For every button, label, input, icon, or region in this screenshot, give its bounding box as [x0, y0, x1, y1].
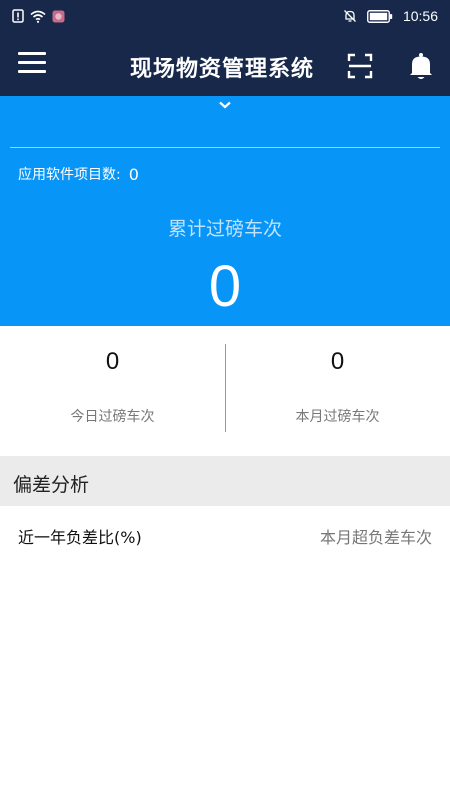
project-count-value: 0 [128, 164, 139, 184]
total-weighings-value: 0 [208, 254, 242, 319]
status-time: 10:56 [402, 8, 438, 24]
month-over-tab[interactable]: 本月超负差车次 [320, 524, 432, 548]
summary-panel: 应用软件项目数: 0 累计过磅车次 0 [0, 96, 450, 326]
scan-icon[interactable] [345, 51, 375, 81]
month-weighings-label: 本月过磅车次 [295, 409, 380, 425]
app-notification-icon [52, 10, 65, 22]
app-title: 现场物资管理系统 [129, 57, 314, 82]
month-stat[interactable]: 0 本月过磅车次 [225, 326, 450, 456]
silent-bell-icon [343, 10, 356, 22]
bell-icon[interactable] [405, 50, 437, 82]
project-count-label: 应用软件项目数: [18, 167, 121, 183]
deviation-section-title: 偏差分析 [13, 474, 90, 496]
deviation-row: 近一年负差比(%) 本月超负差车次 [0, 506, 450, 564]
today-weighings-label: 今日过磅车次 [70, 409, 155, 425]
chevron-down-icon[interactable] [217, 100, 233, 110]
status-bar: 10:56 [0, 0, 450, 34]
today-weighings-value: 0 [105, 348, 120, 375]
status-bar-right: 10:56 [343, 8, 438, 24]
project-count: 应用软件项目数: 0 [18, 164, 139, 184]
stats-panel: 0 今日过磅车次 0 本月过磅车次 [0, 326, 450, 456]
year-ratio-tab[interactable]: 近一年负差比(%) [18, 524, 142, 548]
app-bar: 现场物资管理系统 [0, 34, 450, 96]
total-weighings-label: 累计过磅车次 [167, 218, 282, 240]
alert-icon [12, 9, 24, 23]
today-stat[interactable]: 0 今日过磅车次 [0, 326, 225, 456]
deviation-section-header: 偏差分析 [0, 456, 450, 506]
divider [10, 147, 440, 148]
wifi-icon [30, 10, 46, 23]
month-weighings-value: 0 [330, 348, 345, 375]
battery-icon [367, 9, 393, 23]
status-bar-left [12, 9, 65, 23]
